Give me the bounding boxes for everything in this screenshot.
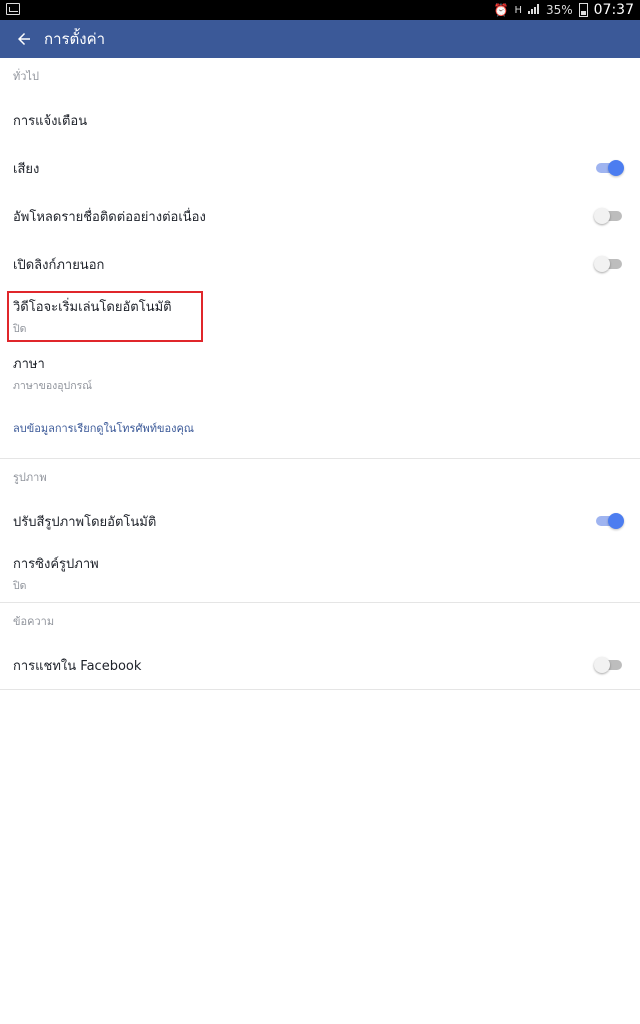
image-icon: [6, 3, 20, 15]
settings-list: ทั่วไป การแจ้งเตือน เสียง อัพโหลดรายชื่อ…: [0, 58, 640, 690]
network-h-icon: H: [514, 4, 522, 16]
page-title: การตั้งค่า: [44, 30, 106, 48]
setting-continuous-upload[interactable]: อัพโหลดรายชื่อติดต่ออย่างต่อเนื่อง: [0, 192, 640, 240]
setting-photo-sync[interactable]: การซิงค์รูปภาพ ปิด: [0, 545, 640, 602]
setting-title: วิดีโอจะเริ่มเล่นโดยอัตโนมัติ: [13, 300, 172, 315]
signal-icon: [527, 3, 540, 17]
app-bar: การตั้งค่า: [0, 20, 640, 58]
setting-auto-enhance[interactable]: ปรับสีรูปภาพโดยอัตโนมัติ: [0, 497, 640, 545]
alarm-icon: ⏰: [493, 3, 509, 17]
continuous-upload-toggle[interactable]: [594, 207, 624, 225]
battery-percent: 35%: [545, 3, 573, 17]
setting-title: เสียง: [13, 161, 40, 177]
setting-video-autoplay[interactable]: วิดีโอจะเริ่มเล่นโดยอัตโนมัติ ปิด: [0, 288, 640, 345]
setting-title: ปรับสีรูปภาพโดยอัตโนมัติ: [13, 514, 157, 530]
section-header-photos: รูปภาพ: [13, 471, 47, 484]
sound-toggle[interactable]: [594, 159, 624, 177]
setting-title: การแจ้งเตือน: [13, 113, 88, 129]
section-divider: [0, 689, 640, 690]
setting-title: ภาษา: [13, 357, 45, 372]
section-header-general: ทั่วไป: [13, 70, 39, 83]
back-button[interactable]: [4, 20, 44, 58]
delete-browsing-data-link[interactable]: ลบข้อมูลการเรียกดูในโทรศัพท์ของคุณ: [0, 402, 640, 454]
auto-enhance-toggle[interactable]: [594, 512, 624, 530]
link-text: ลบข้อมูลการเรียกดูในโทรศัพท์ของคุณ: [13, 422, 195, 435]
setting-subtitle: ปิด: [13, 580, 27, 592]
section-header-messages: ข้อความ: [13, 615, 55, 628]
back-arrow-icon: [18, 33, 30, 45]
setting-title: เปิดลิงก์ภายนอก: [13, 257, 105, 273]
setting-subtitle: ปิด: [13, 323, 27, 335]
setting-language[interactable]: ภาษา ภาษาของอุปกรณ์: [0, 345, 640, 402]
setting-notifications[interactable]: การแจ้งเตือน: [0, 96, 640, 144]
status-time: 07:37: [593, 2, 634, 18]
facebook-chat-toggle[interactable]: [594, 656, 624, 674]
status-bar: ⏰ H 35% 07:37: [0, 0, 640, 20]
setting-external-links[interactable]: เปิดลิงก์ภายนอก: [0, 240, 640, 288]
battery-icon: [578, 3, 588, 17]
setting-title: อัพโหลดรายชื่อติดต่ออย่างต่อเนื่อง: [13, 209, 206, 225]
setting-subtitle: ภาษาของอุปกรณ์: [13, 380, 92, 392]
setting-title: การซิงค์รูปภาพ: [13, 557, 99, 572]
setting-title: การแชทใน Facebook: [13, 658, 142, 674]
external-links-toggle[interactable]: [594, 255, 624, 273]
setting-sound[interactable]: เสียง: [0, 144, 640, 192]
setting-facebook-chat[interactable]: การแชทใน Facebook: [0, 641, 640, 689]
